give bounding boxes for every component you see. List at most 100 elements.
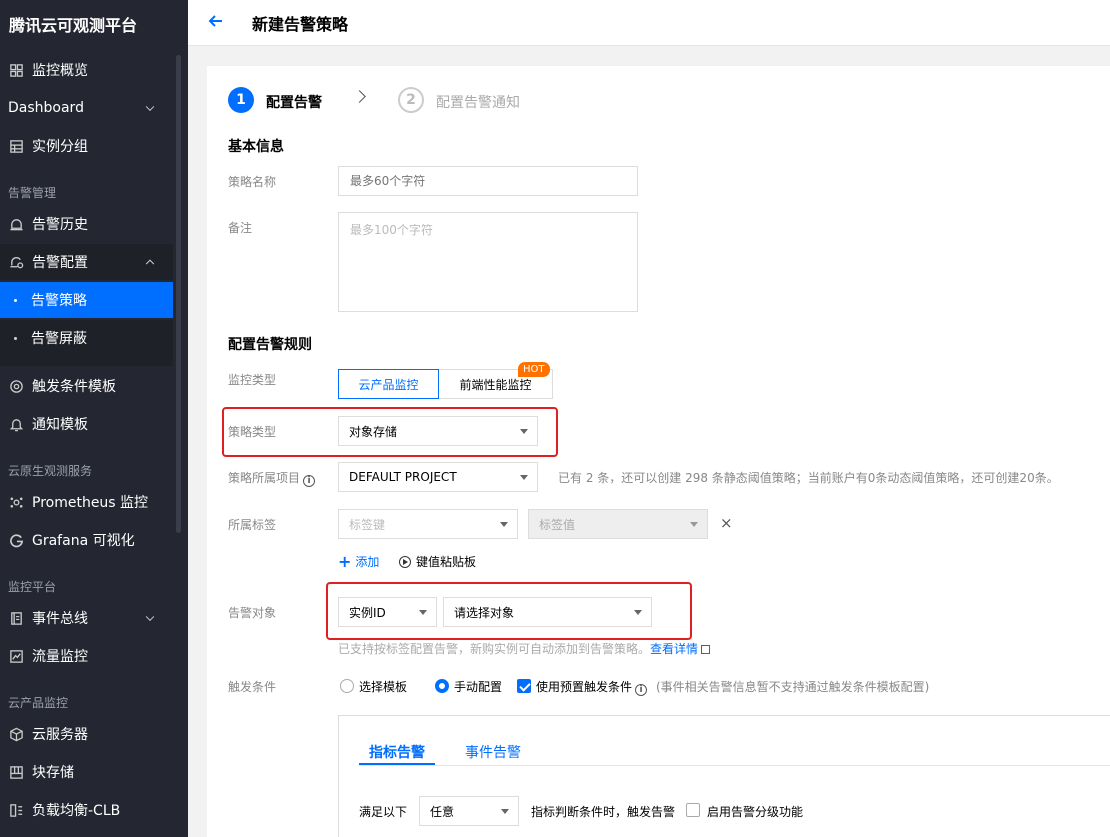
cube-icon xyxy=(8,726,24,742)
alarm-level-checkbox[interactable] xyxy=(686,803,700,817)
sidebar-item-label: 负载均衡-CLB xyxy=(32,803,121,819)
caret-down-icon xyxy=(520,475,528,480)
satisfy-condition-value: 任意 xyxy=(430,804,455,819)
sidebar-item-alarm-shield[interactable]: 告警屏蔽 xyxy=(0,320,173,366)
sidebar-item-label: 告警配置 xyxy=(32,255,88,271)
sidebar-item-alarm-config[interactable]: 告警配置 xyxy=(0,244,173,280)
sidebar-item-label: 监控概览 xyxy=(32,63,88,79)
traffic-chart-icon xyxy=(8,648,24,664)
caret-down-icon xyxy=(634,610,642,615)
sidebar-item-cbs[interactable]: 块存储 xyxy=(0,754,173,790)
monitor-type-cloud-product[interactable]: 云产品监控 xyxy=(338,369,439,399)
sidebar-item-event-bus[interactable]: 事件总线 xyxy=(0,600,173,636)
target-type-select[interactable]: 实例ID xyxy=(338,597,437,627)
sidebar-item-label: 通知模板 xyxy=(32,417,88,433)
caret-down-icon xyxy=(419,610,427,615)
policy-type-value: 对象存储 xyxy=(349,424,398,439)
tab-divider xyxy=(359,765,1110,766)
preset-trigger-label: 使用预置触发条件 i xyxy=(536,678,648,696)
sidebar-item-label: 块存储 xyxy=(32,765,74,781)
target-hint: 已支持按标签配置告警，新购实例可自动添加到告警策略。查看详情 xyxy=(338,640,711,657)
chevron-down-icon xyxy=(145,612,155,622)
chevron-up-icon xyxy=(145,259,155,269)
hot-badge: HOT xyxy=(518,362,550,377)
grafana-icon xyxy=(8,532,24,548)
sidebar-item-traffic-monitor[interactable]: 流量监控 xyxy=(0,638,173,674)
event-bus-icon xyxy=(8,610,24,626)
sidebar: 腾讯云可观测平台 监控概览 Dashboard 实例分组 告警管理 告警历史 告… xyxy=(0,0,188,837)
sidebar-item-label: 告警策略 xyxy=(31,293,87,309)
sidebar-item-label: 实例分组 xyxy=(32,139,88,155)
sidebar-item-notify-template[interactable]: 通知模板 xyxy=(0,406,173,442)
sidebar-item-cvm[interactable]: 云服务器 xyxy=(0,716,173,752)
sidebar-item-dashboard[interactable]: Dashboard xyxy=(0,90,173,126)
caret-down-icon xyxy=(520,429,528,434)
sidebar-item-overview[interactable]: 监控概览 xyxy=(0,52,173,88)
preset-trigger-checkbox[interactable] xyxy=(517,679,531,693)
add-tag-button[interactable]: + 添加 xyxy=(338,552,379,571)
radio-select-template-label: 选择模板 xyxy=(359,680,408,694)
sidebar-item-alarm-history[interactable]: 告警历史 xyxy=(0,206,173,242)
sidebar-item-instance-group[interactable]: 实例分组 xyxy=(0,128,173,164)
form-card: 1 配置告警 2 配置告警通知 基本信息 策略名称 备注 最多100个字符 配置… xyxy=(207,66,1110,837)
alarm-bell-icon xyxy=(8,216,24,232)
step-1-number: 1 xyxy=(228,87,254,113)
sidebar-group-label: 云产品监控 xyxy=(8,696,69,710)
list-icon xyxy=(8,138,24,154)
sidebar-item-trigger-template[interactable]: 触发条件模板 xyxy=(0,368,173,404)
back-arrow-icon[interactable] xyxy=(206,11,226,31)
tag-key-select[interactable]: 标签键 xyxy=(338,509,518,539)
project-label: 策略所属项目 i xyxy=(228,469,316,487)
view-details-link[interactable]: 查看详情 xyxy=(650,642,698,656)
paste-board-button[interactable]: 键值粘贴板 xyxy=(399,553,476,570)
alarm-level-label: 启用告警分级功能 xyxy=(707,805,804,819)
remark-placeholder: 最多100个字符 xyxy=(350,223,433,237)
tab-metric-alarm[interactable]: 指标告警 xyxy=(369,742,425,762)
target-object-select[interactable]: 请选择对象 xyxy=(443,597,652,627)
target-label: 告警对象 xyxy=(228,606,277,620)
step-1-label: 配置告警 xyxy=(266,95,322,111)
project-select[interactable]: DEFAULT PROJECT xyxy=(338,462,538,492)
page-header: 新建告警策略 xyxy=(188,0,1110,46)
caret-down-icon xyxy=(500,522,508,527)
sidebar-item-prometheus[interactable]: Prometheus 监控 xyxy=(0,484,173,520)
info-icon: i xyxy=(635,684,648,696)
sidebar-item-label: Dashboard xyxy=(8,100,84,116)
sidebar-item-label: 触发条件模板 xyxy=(32,379,116,395)
remove-tag-close-icon[interactable]: × xyxy=(720,515,733,531)
remark-textarea[interactable]: 最多100个字符 xyxy=(338,212,638,312)
satisfy-suffix: 指标判断条件时，触发告警 xyxy=(531,805,676,819)
page-title: 新建告警策略 xyxy=(252,15,349,34)
alarm-settings-icon xyxy=(8,254,24,270)
sidebar-item-clb[interactable]: 负载均衡-CLB xyxy=(0,792,173,828)
remark-label: 备注 xyxy=(228,221,253,235)
sidebar-scrollbar[interactable] xyxy=(176,55,181,533)
step-2-number: 2 xyxy=(398,87,424,113)
sidebar-item-label: Grafana 可视化 xyxy=(32,533,135,549)
chevron-down-icon xyxy=(145,102,155,112)
policy-type-select[interactable]: 对象存储 xyxy=(338,416,538,446)
satisfy-condition-select[interactable]: 任意 xyxy=(419,796,519,826)
play-circle-icon xyxy=(399,556,411,568)
tab-event-alarm[interactable]: 事件告警 xyxy=(465,742,521,762)
preset-trigger-hint: (事件相关告警信息暂不支持通过触发条件模板配置) xyxy=(656,680,930,694)
sidebar-item-alarm-policy[interactable]: 告警策略 xyxy=(0,282,173,318)
block-storage-icon xyxy=(8,764,24,780)
prometheus-icon xyxy=(8,494,24,510)
caret-down-icon xyxy=(501,809,509,814)
sidebar-group-label: 监控平台 xyxy=(8,580,57,594)
tag-value-select[interactable]: 标签值 xyxy=(528,509,708,539)
tag-label: 所属标签 xyxy=(228,518,277,532)
radio-select-template[interactable] xyxy=(340,679,354,693)
policy-name-input[interactable] xyxy=(338,166,638,196)
target-type-value: 实例ID xyxy=(349,605,386,620)
trigger-label: 触发条件 xyxy=(228,680,277,694)
sidebar-item-label: 事件总线 xyxy=(32,611,88,627)
chevron-right-icon xyxy=(353,90,366,103)
sidebar-item-label: 云服务器 xyxy=(32,727,88,743)
sidebar-item-label: 告警历史 xyxy=(32,217,88,233)
bell-icon xyxy=(8,416,24,432)
radio-manual-config[interactable] xyxy=(435,679,449,693)
sidebar-item-grafana[interactable]: Grafana 可视化 xyxy=(0,522,173,558)
sidebar-item-label: 流量监控 xyxy=(32,649,88,665)
